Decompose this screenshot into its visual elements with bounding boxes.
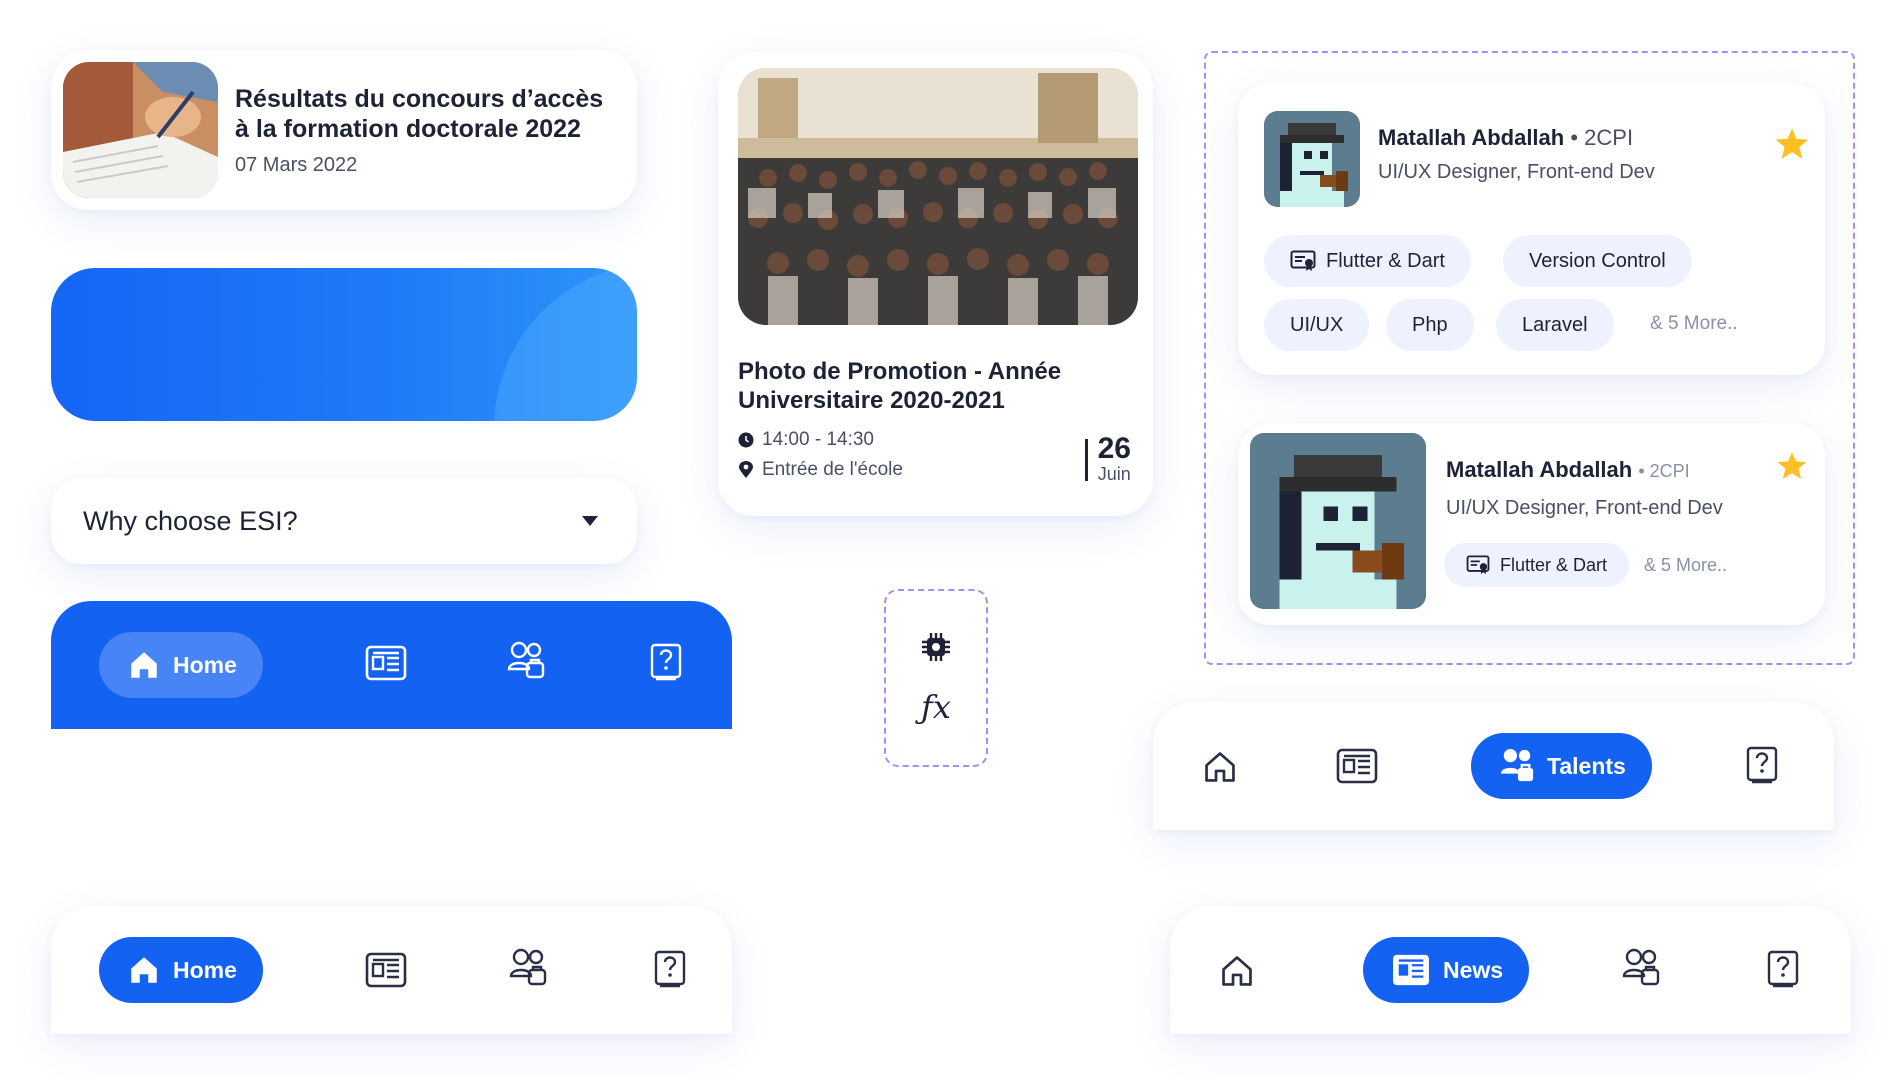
nav-home-button[interactable]: Home: [99, 937, 263, 1003]
talent-card[interactable]: Matallah Abdallah • 2CPI UI/UX Designer,…: [1238, 423, 1825, 625]
nav-news-button[interactable]: [365, 952, 407, 988]
talent-card[interactable]: Matallah Abdallah • 2CPI UI/UX Designer,…: [1238, 83, 1825, 375]
nav-news-button[interactable]: News: [1363, 937, 1530, 1003]
skill-chip[interactable]: Laravel: [1496, 299, 1614, 351]
talents-icon: [509, 948, 547, 986]
skill-label: Laravel: [1522, 313, 1588, 336]
skill-label: Flutter & Dart: [1326, 249, 1445, 272]
more-skills-link[interactable]: & 5 More..: [1644, 555, 1727, 576]
clock-icon: [738, 432, 754, 448]
news-date: 07 Mars 2022: [235, 153, 358, 176]
talents-icon: [1622, 948, 1660, 986]
help-icon: [1767, 950, 1799, 988]
talent-role: UI/UX Designer, Front-end Dev: [1446, 497, 1723, 519]
skill-label: Php: [1412, 313, 1448, 336]
event-day: 26: [1097, 432, 1131, 465]
nav-home-label: Home: [173, 956, 237, 983]
help-icon: [1746, 746, 1778, 784]
talent-level: • 2CPI: [1570, 125, 1634, 150]
talents-icon: [507, 641, 545, 679]
nav-home-button[interactable]: Home: [99, 632, 263, 698]
event-location: Entrée de l'école: [762, 459, 903, 480]
nav-talents-button[interactable]: [509, 948, 547, 988]
more-skills-link[interactable]: & 5 More..: [1650, 313, 1738, 335]
home-icon: [131, 652, 157, 678]
hero-banner: [51, 268, 637, 421]
nav-help-button[interactable]: [1767, 950, 1799, 988]
skill-chip[interactable]: Php: [1386, 299, 1474, 351]
skill-chip[interactable]: Version Control: [1503, 235, 1692, 287]
talent-name-row: Matallah Abdallah • 2CPI: [1446, 457, 1723, 483]
icon-set: ƒx: [884, 589, 988, 767]
talent-role: UI/UX Designer, Front-end Dev: [1378, 161, 1655, 183]
news-icon: [365, 952, 407, 988]
banner-decoration: [494, 268, 637, 421]
news-thumbnail: [63, 62, 218, 198]
nav-talents-button[interactable]: [1622, 948, 1660, 988]
date-divider: [1084, 438, 1088, 481]
skill-label: Flutter & Dart: [1500, 554, 1608, 575]
star-icon[interactable]: [1774, 127, 1810, 161]
nav-home-label: Home: [173, 651, 237, 678]
event-title: Photo de Promotion - Année Universitaire…: [738, 358, 1062, 414]
faq-dropdown[interactable]: Why choose ESI?: [51, 478, 637, 564]
talent-name: Matallah Abdallah: [1446, 457, 1633, 482]
certificate-icon: [1466, 555, 1490, 575]
nav-home-button[interactable]: [1201, 748, 1239, 786]
skill-chip[interactable]: Flutter & Dart: [1444, 543, 1630, 587]
event-location-row: Entrée de l'école: [738, 459, 1133, 481]
home-icon: [1205, 752, 1235, 782]
bottom-nav-talents: Talents: [1153, 702, 1834, 830]
nav-news-label: News: [1443, 956, 1504, 983]
event-time: 14:00 - 14:30: [762, 429, 874, 450]
talent-name: Matallah Abdallah: [1378, 125, 1565, 150]
location-icon: [739, 461, 753, 478]
skill-label: UI/UX: [1290, 313, 1344, 336]
bottom-nav-news: News: [1170, 906, 1851, 1034]
news-icon: [365, 645, 407, 681]
nav-help-button[interactable]: [1746, 746, 1778, 784]
news-icon: [1393, 954, 1429, 986]
bottom-nav-home: Home: [51, 906, 732, 1034]
event-date: 26 Juin: [1084, 432, 1131, 485]
event-time-row: 14:00 - 14:30: [738, 429, 1133, 451]
talent-level: • 2CPI: [1638, 461, 1690, 481]
nav-home-button[interactable]: [1218, 952, 1256, 990]
chip-icon[interactable]: [919, 630, 953, 664]
help-icon: [654, 950, 686, 988]
help-icon: [650, 643, 682, 681]
nav-talents-button[interactable]: [507, 641, 545, 681]
talent-cards-frame: Matallah Abdallah • 2CPI UI/UX Designer,…: [1204, 51, 1855, 665]
talent-name-row: Matallah Abdallah • 2CPI: [1378, 125, 1655, 151]
bottom-nav-blue: Home: [51, 601, 732, 729]
certificate-icon: [1290, 250, 1316, 271]
skill-chip[interactable]: UI/UX: [1264, 299, 1370, 351]
event-photo: [738, 68, 1138, 325]
talent-avatar: [1250, 433, 1426, 609]
star-icon[interactable]: [1776, 451, 1808, 481]
nav-talents-label: Talents: [1547, 752, 1626, 779]
news-icon: [1336, 748, 1378, 784]
news-card[interactable]: Résultats du concours d’accès à la forma…: [51, 50, 637, 210]
nav-talents-button[interactable]: Talents: [1471, 733, 1652, 799]
chevron-down-icon: [582, 516, 598, 526]
faq-question: Why choose ESI?: [83, 505, 298, 536]
talent-avatar: [1264, 111, 1360, 207]
nav-news-button[interactable]: [365, 645, 407, 681]
nav-help-button[interactable]: [650, 643, 682, 681]
event-card[interactable]: Photo de Promotion - Année Universitaire…: [718, 52, 1153, 516]
event-month: Juin: [1097, 464, 1131, 484]
skill-label: Version Control: [1529, 249, 1666, 272]
talents-icon: [1500, 748, 1534, 782]
nav-news-button[interactable]: [1336, 748, 1378, 784]
function-icon[interactable]: ƒx: [921, 688, 951, 726]
nav-help-button[interactable]: [654, 950, 686, 988]
news-title: Résultats du concours d’accès à la forma…: [235, 84, 604, 143]
home-icon: [131, 957, 157, 983]
home-icon: [1222, 956, 1252, 986]
skill-chip[interactable]: Flutter & Dart: [1264, 235, 1471, 287]
